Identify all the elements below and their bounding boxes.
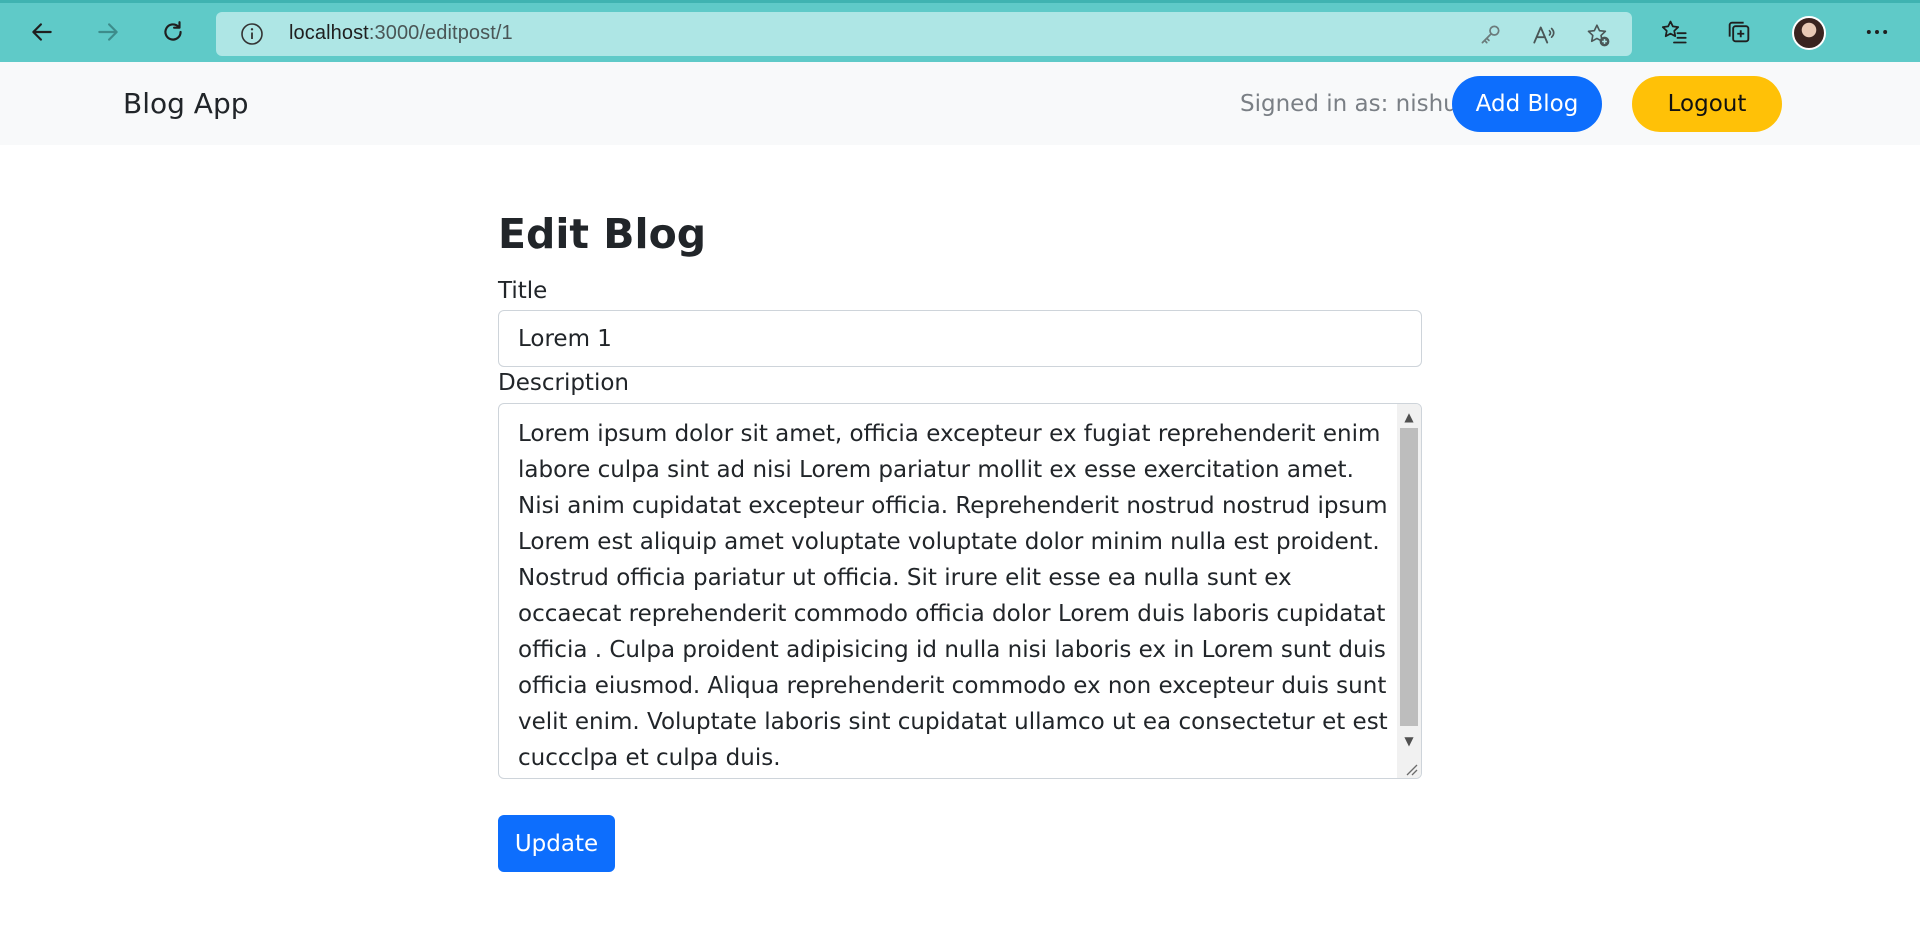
scroll-thumb[interactable] <box>1400 428 1418 726</box>
update-button[interactable]: Update <box>498 815 615 872</box>
profile-avatar[interactable] <box>1792 16 1826 50</box>
scroll-down-arrow-icon[interactable]: ▼ <box>1397 730 1421 752</box>
brand-link[interactable]: Blog App <box>123 87 249 120</box>
resize-grip-icon[interactable] <box>1404 761 1418 776</box>
page-title: Edit Blog <box>498 210 707 258</box>
address-bar[interactable]: localhost:3000/editpost/1 <box>216 12 1632 56</box>
description-textarea[interactable]: Lorem ipsum dolor sit amet, officia exce… <box>498 403 1422 779</box>
signed-in-text: Signed in as: nishu <box>1240 91 1458 117</box>
info-icon[interactable] <box>240 22 264 46</box>
refresh-icon[interactable] <box>158 17 188 47</box>
title-label: Title <box>498 278 548 304</box>
favorites-icon[interactable] <box>1659 17 1689 47</box>
scroll-up-arrow-icon[interactable]: ▲ <box>1397 406 1421 428</box>
description-text[interactable]: Lorem ipsum dolor sit amet, officia exce… <box>518 416 1388 778</box>
key-icon[interactable] <box>1477 22 1503 48</box>
title-input[interactable] <box>498 310 1422 367</box>
read-aloud-icon[interactable] <box>1531 22 1557 48</box>
url-path: :3000/editpost/1 <box>368 22 513 44</box>
browser-toolbar: localhost:3000/editpost/1 <box>0 0 1920 62</box>
add-blog-button[interactable]: Add Blog <box>1452 76 1602 132</box>
description-scrollbar[interactable]: ▲ ▼ <box>1397 404 1421 778</box>
url-text[interactable]: localhost:3000/editpost/1 <box>289 22 513 45</box>
description-label: Description <box>498 370 629 396</box>
url-host: localhost <box>289 22 369 44</box>
collections-icon[interactable] <box>1724 17 1754 47</box>
more-menu-icon[interactable] <box>1862 17 1892 47</box>
back-icon[interactable] <box>27 17 57 47</box>
add-favorite-icon[interactable] <box>1585 22 1611 48</box>
app-navbar: Blog App Signed in as: nishu Add Blog Lo… <box>0 62 1920 145</box>
forward-icon[interactable] <box>93 17 123 47</box>
logout-button[interactable]: Logout <box>1632 76 1782 132</box>
